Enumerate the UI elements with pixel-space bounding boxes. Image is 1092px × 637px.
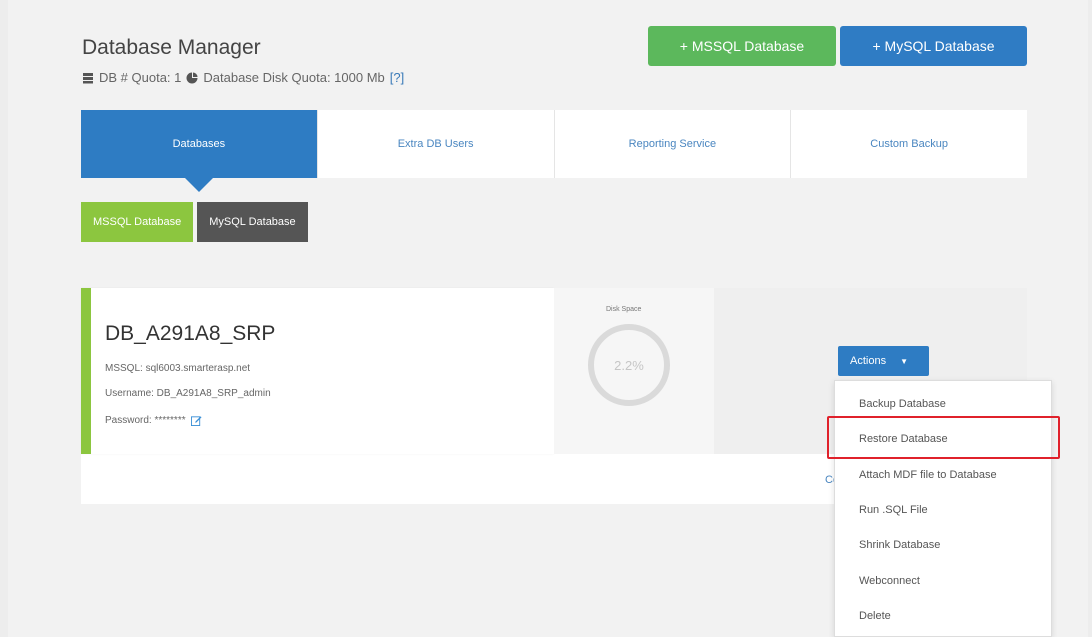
tab-databases[interactable]: Databases	[81, 110, 318, 192]
subtab-mssql[interactable]: MSSQL Database	[81, 202, 194, 242]
menu-item-shrink-database[interactable]: Shrink Database	[859, 539, 940, 551]
menu-item-run-sql-file[interactable]: Run .SQL File	[859, 504, 928, 516]
db-quota-text: DB # Quota: 1	[99, 70, 182, 85]
actions-button-label: Actions	[850, 355, 887, 367]
disk-usage-gauge: 2.2%	[588, 324, 670, 406]
database-password-row: Password: ********	[105, 415, 202, 426]
disk-space-label: Disk Space	[606, 306, 642, 313]
page: Database Manager DB # Quota: 1 Database …	[8, 0, 1088, 637]
menu-item-delete[interactable]: Delete	[859, 610, 891, 622]
menu-item-attach-mdf[interactable]: Attach MDF file to Database	[859, 469, 997, 481]
add-mssql-database-button[interactable]: + MSSQL Database	[648, 26, 836, 66]
tab-custom-backup[interactable]: Custom Backup	[791, 110, 1027, 178]
disk-usage-value: 2.2%	[614, 357, 644, 373]
add-mysql-database-button[interactable]: + MySQL Database	[840, 26, 1027, 66]
subtab-mysql[interactable]: MySQL Database	[197, 202, 308, 242]
disk-quota-text: Database Disk Quota: 1000 Mb	[203, 70, 385, 85]
database-icon	[83, 72, 93, 83]
page-title: Database Manager	[82, 36, 261, 59]
disk-space-column: Disk Space 2.2%	[554, 288, 714, 454]
restore-highlight-box	[827, 416, 1060, 459]
main-tabs: Databases Extra DB Users Reporting Servi…	[81, 110, 1027, 192]
tab-reporting-service[interactable]: Reporting Service	[555, 110, 792, 178]
database-password: Password: ********	[105, 415, 186, 427]
database-info: DB_A291A8_SRP MSSQL: sql6003.smarterasp.…	[81, 288, 554, 454]
quota-line: DB # Quota: 1 Database Disk Quota: 1000 …	[82, 70, 404, 85]
caret-down-icon: ▼	[900, 356, 908, 366]
database-username: Username: DB_A291A8_SRP_admin	[105, 388, 271, 399]
tab-extra-db-users[interactable]: Extra DB Users	[318, 110, 555, 178]
database-server: MSSQL: sql6003.smarterasp.net	[105, 363, 251, 374]
database-name: DB_A291A8_SRP	[105, 322, 276, 345]
database-type-tabs: MSSQL Database MySQL Database	[81, 202, 308, 242]
edit-icon[interactable]	[191, 415, 202, 426]
menu-item-webconnect[interactable]: Webconnect	[859, 575, 920, 587]
pie-chart-icon	[186, 72, 198, 83]
menu-item-backup-database[interactable]: Backup Database	[859, 398, 946, 410]
quota-help-link[interactable]: [?]	[390, 70, 404, 85]
actions-dropdown-button[interactable]: Actions ▼	[838, 346, 929, 376]
